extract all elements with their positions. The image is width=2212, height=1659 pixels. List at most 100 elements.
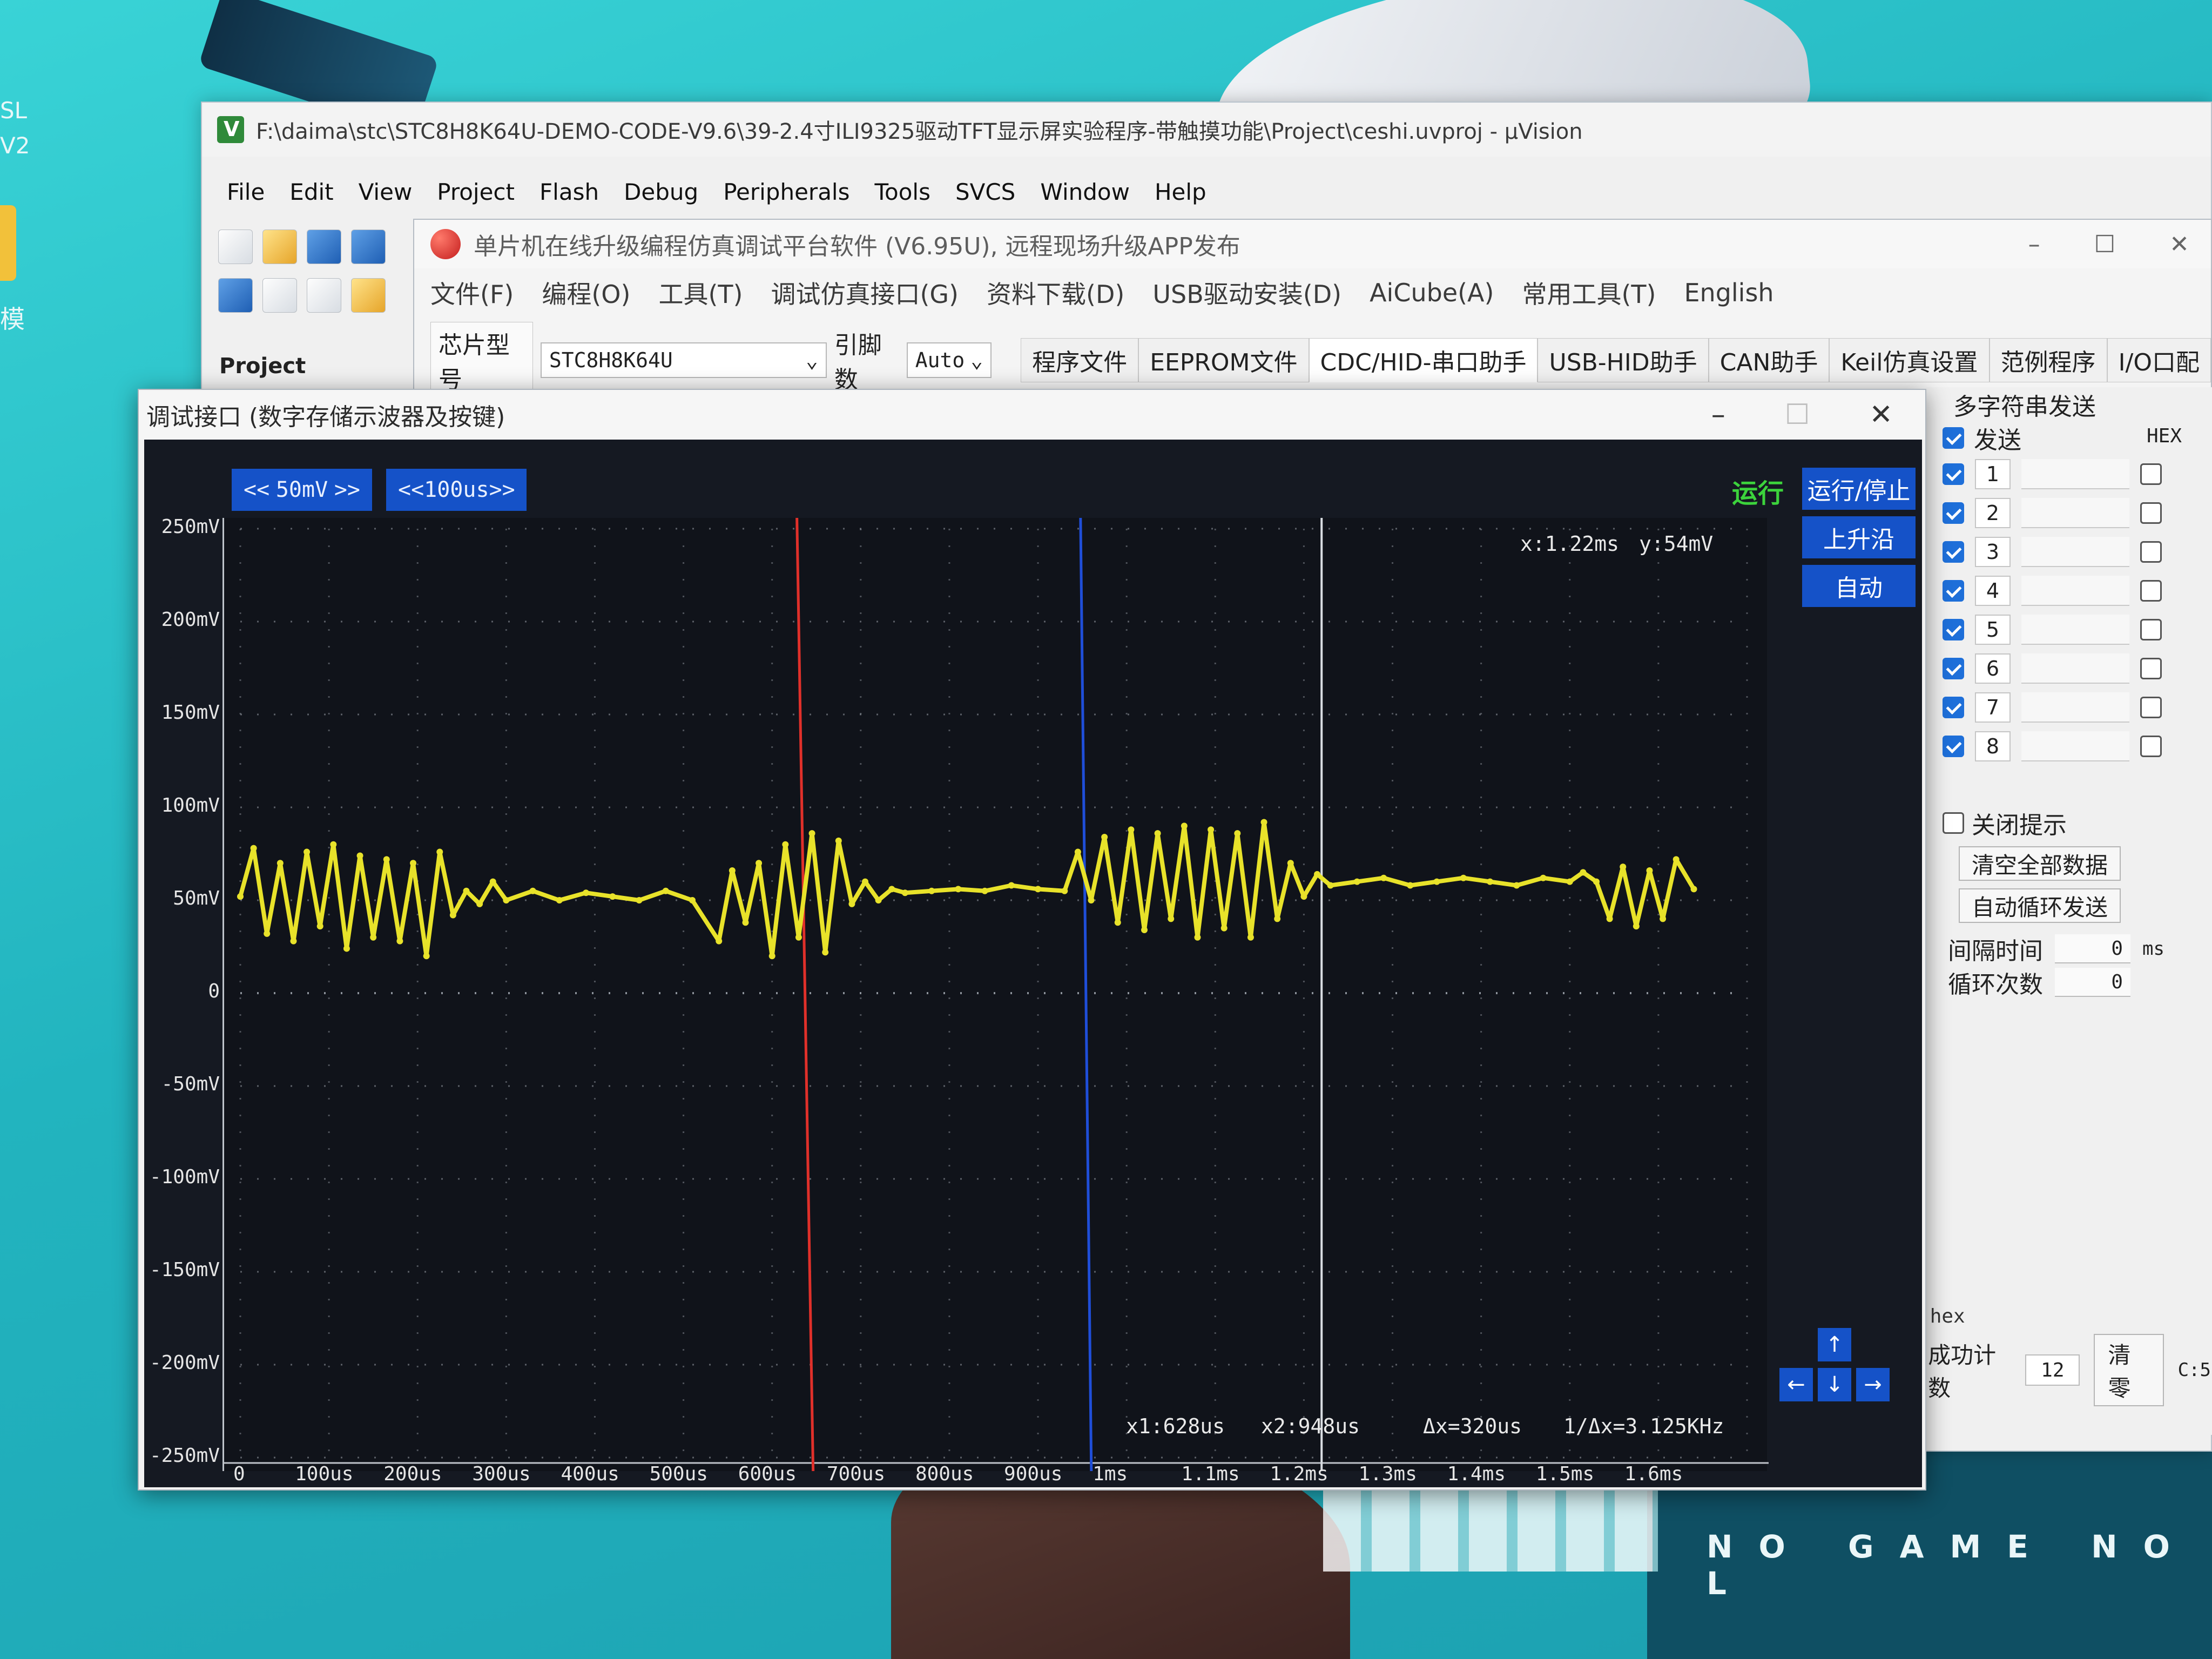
scope-plot-area[interactable]: x:1.22ms y:54mV x1:628us x2:948us Δx=320… <box>222 518 1769 1471</box>
osc-titlebar[interactable]: 调试接口 (数字存储示波器及按键) <box>139 390 1925 440</box>
send-item-button[interactable]: 3 <box>1975 537 2011 567</box>
arrow-down-icon[interactable]: ↓ <box>1818 1368 1851 1401</box>
hex-checkbox[interactable] <box>2140 502 2162 524</box>
hex-checkbox[interactable] <box>2140 736 2162 757</box>
build-icon[interactable] <box>262 278 297 313</box>
send-item-checkbox[interactable] <box>1943 619 1964 640</box>
close-icon[interactable]: ✕ <box>1869 399 1893 431</box>
uvision-titlebar[interactable]: F:\daima\stc\STC8H8K64U-DEMO-CODE-V9.6\3… <box>202 103 2211 157</box>
send-item-checkbox[interactable] <box>1943 541 1964 563</box>
send-item-input[interactable] <box>2021 498 2129 528</box>
send-item-button[interactable]: 7 <box>1975 692 2011 723</box>
hex-checkbox[interactable] <box>2140 580 2162 602</box>
send-item-checkbox[interactable] <box>1943 463 1964 485</box>
send-item-button[interactable]: 1 <box>1975 459 2011 489</box>
arrow-left-icon[interactable]: ← <box>1779 1368 1813 1401</box>
isp-menu-download[interactable]: 资料下载(D) <box>987 275 1124 311</box>
tab-eeprom-file[interactable]: EEPROM文件 <box>1138 338 1309 382</box>
isp-menu-debug-interface[interactable]: 调试仿真接口(G) <box>771 275 959 311</box>
loop-count-input[interactable]: 0 <box>2055 968 2130 997</box>
minimize-icon[interactable]: – <box>2028 231 2040 258</box>
menu-flash[interactable]: Flash <box>539 179 599 205</box>
tab-serial-assistant[interactable]: CDC/HID-串口助手 <box>1309 338 1538 382</box>
tab-usb-hid[interactable]: USB-HID助手 <box>1537 338 1709 382</box>
send-item-checkbox[interactable] <box>1943 697 1964 718</box>
hex-checkbox[interactable] <box>2140 658 2162 679</box>
send-item-input[interactable] <box>2021 459 2129 489</box>
translate-icon[interactable] <box>218 278 253 313</box>
send-item-checkbox[interactable] <box>1943 502 1964 524</box>
rising-edge-button[interactable]: 上升沿 <box>1802 516 1916 558</box>
save-all-icon[interactable] <box>351 230 386 264</box>
send-item-checkbox[interactable] <box>1943 736 1964 757</box>
clear-all-data-button[interactable]: 清空全部数据 <box>1959 846 2121 881</box>
send-item-button[interactable]: 8 <box>1975 731 2011 761</box>
send-item-input[interactable] <box>2021 576 2129 606</box>
close-tip-checkbox[interactable] <box>1943 812 1964 834</box>
menu-help[interactable]: Help <box>1155 179 1206 205</box>
close-icon[interactable]: ✕ <box>2169 231 2189 258</box>
menu-project[interactable]: Project <box>437 179 515 205</box>
menu-view[interactable]: View <box>359 179 413 205</box>
batch-build-icon[interactable] <box>351 278 386 313</box>
arrow-up-icon[interactable]: ↑ <box>1818 1328 1851 1361</box>
tab-can[interactable]: CAN助手 <box>1708 338 1830 382</box>
tab-keil-sim[interactable]: Keil仿真设置 <box>1829 338 1990 382</box>
chip-type-select[interactable]: STC8H8K64U ⌄ <box>540 342 827 378</box>
rebuild-icon[interactable] <box>307 278 341 313</box>
time-scale-increase-button[interactable]: >> <box>489 477 515 502</box>
menu-svcs[interactable]: SVCS <box>955 179 1015 205</box>
maximize-icon[interactable]: ☐ <box>2094 231 2115 258</box>
menu-debug[interactable]: Debug <box>624 179 698 205</box>
tab-program-file[interactable]: 程序文件 <box>1021 338 1139 382</box>
x-tick-label: 500us <box>649 1463 708 1485</box>
open-folder-icon[interactable] <box>262 230 297 264</box>
send-item-input[interactable] <box>2021 692 2129 723</box>
isp-menu-common-tools[interactable]: 常用工具(T) <box>1522 275 1656 311</box>
isp-menu-english[interactable]: English <box>1684 278 1773 307</box>
send-item-button[interactable]: 4 <box>1975 576 2011 606</box>
send-all-checkbox[interactable] <box>1943 427 1964 449</box>
hex-checkbox[interactable] <box>2140 541 2162 563</box>
menu-window[interactable]: Window <box>1040 179 1130 205</box>
hex-checkbox[interactable] <box>2140 697 2162 718</box>
send-item-input[interactable] <box>2021 615 2129 645</box>
arrow-right-icon[interactable]: → <box>1856 1368 1890 1401</box>
send-item-input[interactable] <box>2021 537 2129 567</box>
time-scale-decrease-button[interactable]: << <box>398 477 424 502</box>
send-item-button[interactable]: 5 <box>1975 615 2011 645</box>
isp-menu-aicube[interactable]: AiCube(A) <box>1370 278 1494 307</box>
pin-count-select[interactable]: Auto ⌄ <box>906 342 992 378</box>
volt-scale-increase-button[interactable]: >> <box>334 477 360 502</box>
send-item-button[interactable]: 6 <box>1975 653 2011 684</box>
menu-tools[interactable]: Tools <box>874 179 930 205</box>
interval-input[interactable]: 0 <box>2055 934 2130 963</box>
menu-peripherals[interactable]: Peripherals <box>723 179 849 205</box>
send-item-button[interactable]: 2 <box>1975 498 2011 528</box>
isp-titlebar[interactable]: 单片机在线升级编程仿真调试平台软件 (V6.95U), 远程现场升级APP发布 <box>414 220 2211 268</box>
send-item-checkbox[interactable] <box>1943 580 1964 602</box>
auto-trigger-button[interactable]: 自动 <box>1802 565 1916 607</box>
isp-menu-program[interactable]: 编程(O) <box>542 275 630 311</box>
isp-menu-usb-driver[interactable]: USB驱动安装(D) <box>1152 275 1341 311</box>
volt-scale-decrease-button[interactable]: << <box>244 477 269 502</box>
close-tip-option[interactable]: 关闭提示 <box>1943 806 2067 840</box>
menu-file[interactable]: File <box>227 179 265 205</box>
hex-checkbox[interactable] <box>2140 463 2162 485</box>
clear-count-button[interactable]: 清零 <box>2094 1334 2164 1406</box>
minimize-icon[interactable]: – <box>1711 399 1725 431</box>
run-stop-button[interactable]: 运行/停止 <box>1802 468 1916 510</box>
send-item-checkbox[interactable] <box>1943 658 1964 679</box>
isp-menu-tools[interactable]: 工具(T) <box>658 275 743 311</box>
send-item-input[interactable] <box>2021 653 2129 684</box>
tab-io-config[interactable]: I/O口配 <box>2107 338 2211 382</box>
hex-checkbox[interactable] <box>2140 619 2162 640</box>
send-item-input[interactable] <box>2021 731 2129 761</box>
isp-menu-file[interactable]: 文件(F) <box>430 275 514 311</box>
new-file-icon[interactable] <box>218 230 253 264</box>
auto-loop-send-button[interactable]: 自动循环发送 <box>1959 888 2121 923</box>
save-icon[interactable] <box>307 230 341 264</box>
menu-edit[interactable]: Edit <box>289 179 333 205</box>
tab-examples[interactable]: 范例程序 <box>1989 338 2107 382</box>
desktop-folder-icon[interactable] <box>0 205 16 281</box>
